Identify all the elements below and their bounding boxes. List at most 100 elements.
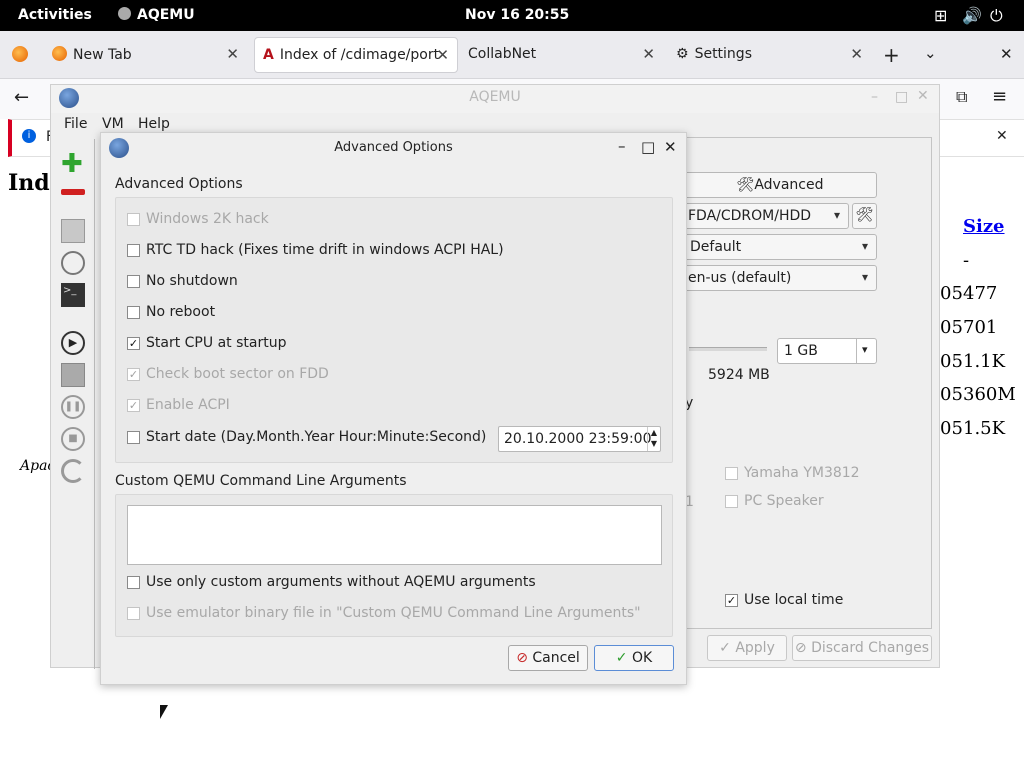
close-tab-icon[interactable]: ✕ [226,45,239,63]
menu-help[interactable]: Help [138,116,170,132]
clock-icon[interactable] [61,251,85,275]
clock[interactable]: Nov 16 20:55 [465,7,569,23]
cancel-icon: ⊘ [794,640,807,656]
advanced-button[interactable]: 🛠Advanced [683,172,877,198]
aqemu-app-icon [118,7,131,20]
checkbox-label: No reboot [146,304,216,320]
boot-combo-value: FDA/CDROM/HDD [688,208,812,224]
size-cell: 477 [963,283,998,304]
close-tab-icon[interactable]: ✕ [436,46,449,64]
ok-label: OK [631,650,653,666]
volume-icon[interactable]: 🔊 [962,6,982,25]
tab-new-tab[interactable]: New Tab ✕ [44,37,249,73]
start-date-spinbox[interactable]: 20.10.2000 23:59:00 ▲ ▼ [498,426,661,452]
close-icon[interactable]: ✕ [664,138,677,156]
date-cell: 05 [940,317,963,338]
checkbox-box [725,467,738,480]
checkbox-label: Use only custom arguments without AQEMU … [146,574,536,590]
extensions-icon[interactable]: ⧉ [956,87,967,107]
size-cell: 1.1K [963,351,1006,372]
minimize-icon[interactable]: – [618,137,626,155]
size-header-link[interactable]: Size [963,216,1005,237]
size-cell: - [963,250,970,271]
video-combo-value: Default [690,239,742,255]
close-icon[interactable]: ✕ [917,88,929,104]
advanced-button-label: Advanced [754,177,824,193]
custom-args-textarea[interactable] [127,505,662,565]
minimize-icon[interactable]: – [871,89,878,105]
cancel-icon: ⊘ [516,650,528,666]
date-cell: 05 [940,351,963,372]
network-icon[interactable]: ⊞ [934,6,947,25]
reset-icon[interactable] [61,459,85,483]
vm-toolbar: ✚ >_ ▶ ❚❚ ■ [51,139,95,669]
dialog-title: Advanced Options [334,140,453,155]
tools-icon: 🛠 [736,177,755,193]
size-cell: 701 [963,317,998,338]
cancel-button[interactable]: ⊘ Cancel [508,645,588,671]
tab-label: Index of /cdimage/port [279,47,440,63]
free-memory-label: 5924 MB [708,367,770,383]
advanced-options-dialog: Advanced Options – □ ✕ Advanced Options … [100,132,687,685]
discard-label: Discard Changes [811,640,930,656]
stop-icon[interactable]: ■ [61,427,85,451]
checkbox-box [127,306,140,319]
ok-button[interactable]: ✓ OK [594,645,674,671]
apply-button[interactable]: ✓ Apply [707,635,787,661]
maximize-icon[interactable]: □ [895,89,908,105]
chevron-down-icon[interactable]: ⌄ [924,44,937,62]
maximize-icon[interactable]: □ [641,138,655,156]
close-tab-icon[interactable]: ✕ [850,45,863,63]
boot-settings-button[interactable]: 🛠 [852,203,877,229]
tab-index-cdimage[interactable]: A Index of /cdimage/port ✕ [254,37,458,73]
play-icon[interactable]: ▶ [61,331,85,355]
firefox-icon [52,46,67,61]
tab-label: Settings [694,46,752,62]
terminal-icon[interactable]: >_ [61,283,85,307]
memory-slider[interactable] [689,347,767,351]
memory-combo[interactable]: 1 GB ▾ [777,338,877,364]
start-date-value: 20.10.2000 23:59:00 [504,431,652,447]
gear-icon: ⚙ [676,46,689,62]
close-window-icon[interactable]: ✕ [1000,45,1013,63]
menu-icon[interactable]: ≡ [992,86,1007,107]
mouse-cursor-icon [160,705,168,719]
firefox-view-icon[interactable] [12,46,28,62]
size-cell: 360M [963,384,1016,405]
save-state-icon[interactable] [61,363,85,387]
spin-arrows-icon[interactable]: ▲ ▼ [647,427,660,451]
checkbox-label: Yamaha YM3812 [744,465,860,481]
size-column-header: Size [963,216,1005,237]
back-arrow-icon[interactable]: ← [14,87,29,108]
checkbox-box [127,607,140,620]
video-card-combo[interactable]: Default [683,234,877,260]
tab-label: CollabNet [468,46,537,62]
new-tab-plus-icon[interactable]: + [883,43,900,67]
advanced-options-group [115,197,673,463]
close-infobar-icon[interactable]: ✕ [996,128,1008,144]
menu-vm[interactable]: VM [102,116,124,132]
cancel-label: Cancel [532,650,580,666]
checkbox-box [725,495,738,508]
close-tab-icon[interactable]: ✕ [642,45,655,63]
keyboard-combo-value: en-us (default) [688,270,792,286]
hard-disk-icon[interactable] [61,219,85,243]
power-icon[interactable]: ⏻ [990,6,1003,26]
date-cell: 05 [940,418,963,439]
keyboard-layout-combo[interactable]: en-us (default) [683,265,877,291]
menu-file[interactable]: File [64,116,87,132]
tab-settings[interactable]: ⚙ Settings ✕ [668,37,873,73]
activities-button[interactable]: Activities [18,7,92,23]
checkbox-box [127,431,140,444]
tab-collabnet[interactable]: CollabNet ✕ [460,37,665,73]
boot-priority-combo[interactable]: FDA/CDROM/HDD [683,203,849,229]
discard-changes-button[interactable]: ⊘ Discard Changes [792,635,932,661]
window-title: AQEMU [469,89,521,105]
delete-vm-icon[interactable] [61,189,85,195]
checkbox-box: ✓ [127,399,140,412]
pause-icon[interactable]: ❚❚ [61,395,85,419]
dialog-title-bar: Advanced Options – □ ✕ [101,133,686,163]
advanced-options-group-label: Advanced Options [115,176,243,192]
app-menu[interactable]: AQEMU [118,7,195,23]
add-vm-icon[interactable]: ✚ [61,151,85,177]
